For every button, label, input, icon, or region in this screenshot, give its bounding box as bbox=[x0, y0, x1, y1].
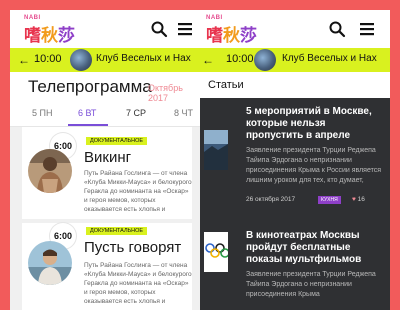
now-playing-time: 10:00 bbox=[34, 53, 62, 65]
list-item[interactable]: 5 мероприятий в Москве, которые нельзя п… bbox=[200, 98, 390, 226]
article-image bbox=[204, 232, 228, 272]
tv-program-screen: NABI 嗜秋莎 ← 10:00 Клуб Веселых и Нах Теле… bbox=[10, 10, 200, 310]
show-description: Путь Райана Гослинга — от члена «Клуба М… bbox=[84, 170, 192, 213]
now-playing-time: 10:00 bbox=[226, 53, 254, 65]
show-list: 6:00 ДОКУМЕНТАЛЬНОЕ Викинг Путь Райана Г… bbox=[10, 127, 200, 310]
arrow-left-icon[interactable]: ← bbox=[18, 53, 30, 67]
logo[interactable]: NABI 嗜秋莎 bbox=[206, 15, 266, 46]
now-playing-bar[interactable]: ← 10:00 Клуб Веселых и Нах bbox=[10, 48, 200, 72]
tab-day-5[interactable]: 5 ПН bbox=[32, 108, 52, 118]
genre-badge: ДОКУМЕНТАЛЬНОЕ bbox=[86, 137, 148, 145]
article-date: 26 октября 2017 bbox=[246, 196, 296, 203]
list-item[interactable]: 6:00 ДОКУМЕНТАЛЬНОЕ Пусть говорят Путь Р… bbox=[22, 223, 192, 310]
article-image bbox=[204, 130, 228, 170]
day-tabs: 5 ПН 6 ВТ 7 СР 8 ЧТ bbox=[10, 102, 200, 127]
heart-icon: ♥ bbox=[352, 196, 356, 203]
now-playing-title: Клуб Веселых и Нах bbox=[282, 53, 377, 64]
menu-icon[interactable] bbox=[358, 20, 376, 38]
now-playing-title: Клуб Веселых и Нах bbox=[96, 53, 191, 64]
now-playing-thumbnail bbox=[254, 49, 276, 71]
logo[interactable]: NABI 嗜秋莎 bbox=[24, 15, 84, 46]
article-excerpt: Заявление президента Турции Реджепа Тайи… bbox=[246, 147, 382, 184]
now-playing-bar[interactable]: ← 10:00 Клуб Веселых и Нах bbox=[200, 48, 390, 72]
article-headline[interactable]: В кинотеатрах Москвы пройдут бесплатные … bbox=[246, 230, 384, 266]
articles-list: 5 мероприятий в Москве, которые нельзя п… bbox=[200, 98, 390, 310]
app-bar: NABI 嗜秋莎 bbox=[200, 10, 390, 48]
search-icon[interactable] bbox=[150, 20, 168, 38]
avatar bbox=[28, 241, 72, 285]
app-bar: NABI 嗜秋莎 bbox=[10, 10, 200, 48]
tab-day-6[interactable]: 6 ВТ bbox=[78, 108, 96, 118]
active-tab-indicator bbox=[68, 124, 108, 126]
genre-badge: ДОКУМЕНТАЛЬНОЕ bbox=[86, 227, 148, 235]
articles-screen: NABI 嗜秋莎 ← 10:00 Клуб Веселых и Нах Стат… bbox=[200, 10, 390, 310]
show-title: Викинг bbox=[84, 149, 132, 166]
now-playing-thumbnail bbox=[70, 49, 92, 71]
avatar bbox=[28, 149, 72, 193]
articles-header: Статьи bbox=[200, 72, 390, 98]
page-title: Статьи bbox=[208, 79, 244, 91]
logo-mark: 嗜秋莎 bbox=[24, 26, 75, 46]
list-item[interactable]: 6:00 ДОКУМЕНТАЛЬНОЕ Викинг Путь Райана Г… bbox=[22, 127, 192, 219]
tab-day-7[interactable]: 7 СР bbox=[126, 108, 146, 118]
show-title: Пусть говорят bbox=[84, 239, 182, 256]
tab-day-8[interactable]: 8 ЧТ bbox=[174, 108, 193, 118]
arrow-left-icon[interactable]: ← bbox=[202, 53, 214, 67]
article-headline[interactable]: 5 мероприятий в Москве, которые нельзя п… bbox=[246, 106, 384, 142]
page-title: Телепрограмма bbox=[28, 77, 152, 96]
article-excerpt: Заявление президента Турции Реджепа Тайи… bbox=[246, 271, 376, 298]
likes-count[interactable]: ♥ 16 bbox=[352, 196, 365, 203]
search-icon[interactable] bbox=[328, 20, 346, 38]
tv-header: Телепрограмма Октябрь 2017 bbox=[10, 72, 200, 103]
show-description: Путь Райана Гослинга — от члена «Клуба М… bbox=[84, 262, 192, 305]
list-item[interactable]: В кинотеатрах Москвы пройдут бесплатные … bbox=[200, 226, 390, 310]
month-label[interactable]: Октябрь 2017 bbox=[148, 83, 200, 103]
menu-icon[interactable] bbox=[176, 20, 194, 38]
category-badge[interactable]: КУХНЯ bbox=[318, 196, 341, 204]
logo-mark: 嗜秋莎 bbox=[206, 26, 257, 46]
